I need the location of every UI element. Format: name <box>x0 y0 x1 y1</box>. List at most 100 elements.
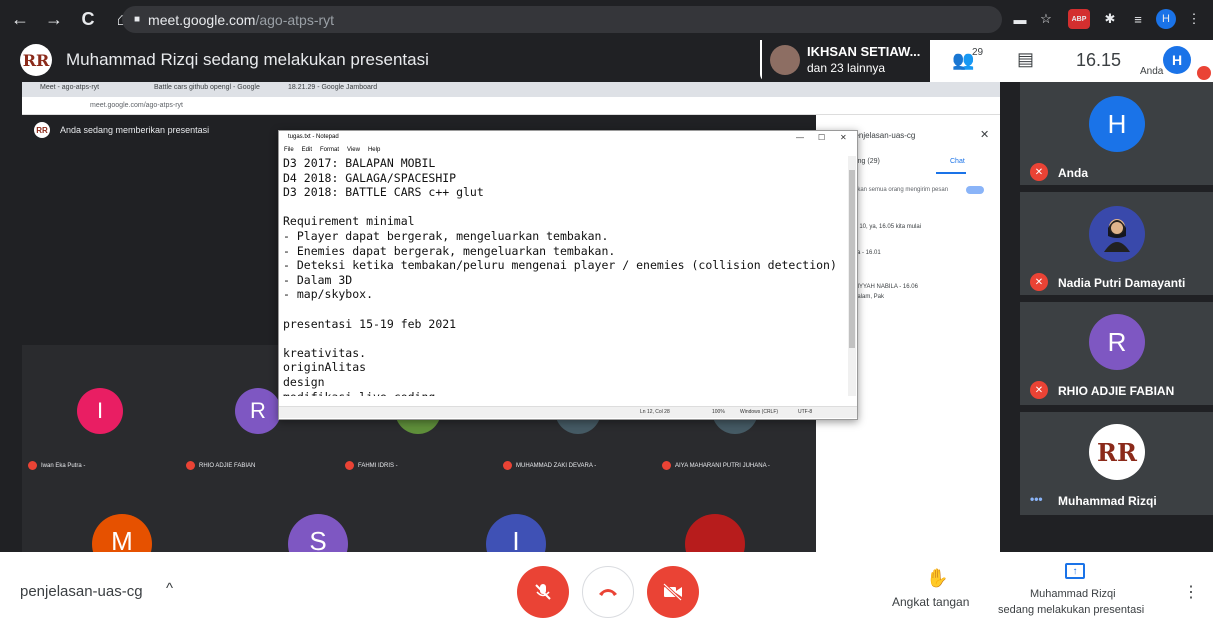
shared-url: meet.google.com/ago-atps-ryt <box>90 102 183 109</box>
notepad-line: Requirement minimal <box>283 214 415 229</box>
notepad-line: originAlitas <box>283 360 367 375</box>
self-avatar[interactable]: H <box>1163 46 1191 74</box>
mic-off-icon <box>503 461 512 470</box>
grid-name: Iwan Eka Putra - <box>28 461 85 470</box>
more-options-icon[interactable]: ⋮ <box>1183 582 1199 602</box>
notepad-line: D4 2018: GALAGA/SPACESHIP <box>283 170 457 185</box>
end-call-button[interactable] <box>582 566 634 618</box>
presenter-logo: RR <box>20 44 52 76</box>
url-host: meet.google.com <box>148 11 256 28</box>
notepad-line: kreativitas. <box>283 345 367 360</box>
menu-help: Help <box>367 147 381 153</box>
mic-off-icon: ✕ <box>1030 273 1048 291</box>
minimize-icon: — <box>796 133 804 142</box>
present-icon[interactable]: ↑ <box>1065 563 1085 579</box>
people-name: IKHSAN SETIAW... <box>807 44 921 59</box>
shared-toggle-label: Izinkan semua orang mengirim pesan <box>848 187 949 193</box>
participant-name: Nadia Putri Damayanti <box>1058 276 1186 290</box>
close-icon: ✕ <box>980 129 990 141</box>
notepad-line: - Player dapat bergerak, mengeluarkan te… <box>283 228 609 243</box>
grid-name: MUHAMMAD ZAKI DEVARA - <box>503 461 596 470</box>
maximize-icon: ☐ <box>818 133 826 142</box>
notepad-line: - Dalam 3D <box>283 272 353 287</box>
menu-edit: Edit <box>301 147 313 153</box>
close-icon: ✕ <box>840 133 847 142</box>
hand-icon[interactable]: ✋ <box>926 568 948 589</box>
chevron-up-icon[interactable]: ^ <box>166 580 173 597</box>
notepad-menu: File Edit Format View Help <box>284 147 380 153</box>
menu-format: Format <box>320 147 340 153</box>
mic-off-icon: ✕ <box>1030 381 1048 399</box>
people-others: dan 23 lainnya <box>807 61 886 75</box>
presenting-title: Muhammad Rizqi sedang melakukan presenta… <box>66 50 429 69</box>
shared-browser-tabs: Meet - ago-atps-ryt Battle cars github o… <box>22 82 1000 97</box>
participant-name: Anda <box>1058 166 1088 180</box>
star-icon[interactable]: ☆ <box>1036 9 1056 29</box>
participant-avatar: R <box>1089 314 1145 370</box>
address-bar[interactable]: ■ meet.google.com/ago-atps-ryt <box>122 6 1002 33</box>
presenter-name-label[interactable]: Muhammad Rizqi <box>1030 588 1116 600</box>
notepad-line <box>283 200 843 215</box>
notepad-line: - Deteksi ketika tembakan/peluru mengena… <box>283 258 837 273</box>
self-label: Anda <box>1140 66 1164 77</box>
grid-name: RHIO ADJIE FABIAN <box>186 461 255 470</box>
notepad-line: presentasi 15-19 feb 2021 <box>283 316 457 331</box>
participant-avatar <box>1089 206 1145 262</box>
profile-icon[interactable]: H <box>1156 9 1176 29</box>
notepad-line: modifikasi live coding. <box>283 390 843 397</box>
grid-avatar: I <box>77 388 123 434</box>
raise-hand-label[interactable]: Angkat tangan <box>892 595 969 609</box>
status-position: Ln 12, Col 28 <box>640 409 670 415</box>
speaking-dots-icon: ••• <box>1030 492 1043 506</box>
toggle-switch <box>966 186 984 194</box>
notepad-line <box>283 331 843 346</box>
grid-name: AIYA MAHARANI PUTRI JUHANA - <box>662 461 770 470</box>
notepad-scroll-thumb <box>849 170 855 348</box>
reload-icon[interactable]: C <box>74 9 102 30</box>
notepad-line: D3 2018: BATTLE CARS c++ glut <box>283 185 484 200</box>
people-avatar <box>770 45 800 75</box>
chat-icon[interactable]: ▤ <box>1017 49 1034 70</box>
participant-name: Muhammad Rizqi <box>1058 494 1157 508</box>
back-icon[interactable]: ← <box>6 9 34 30</box>
status-zoom: 100% <box>712 409 725 415</box>
meeting-code[interactable]: penjelasan-uas-cg <box>20 583 143 600</box>
camera-off-icon <box>662 583 683 601</box>
puzzle-icon[interactable]: ✱ <box>1100 9 1120 29</box>
self-muted-dot <box>1197 66 1211 80</box>
grid-avatar: R <box>235 388 281 434</box>
menu-view: View <box>347 147 360 153</box>
shared-tab: Battle cars github opengl - Google <box>154 84 260 91</box>
tab-indicator <box>936 172 966 174</box>
mic-off-icon <box>28 461 37 470</box>
mic-off-icon: ✕ <box>1030 163 1048 181</box>
lock-icon: ■ <box>134 14 141 25</box>
forward-icon[interactable]: → <box>40 9 68 30</box>
adblock-icon[interactable]: ABP <box>1068 9 1090 29</box>
shared-logo: RR <box>34 122 50 138</box>
mic-off-icon <box>186 461 195 470</box>
notepad-line: D3 2017: BALAPAN MOBIL <box>283 156 436 170</box>
end-call-icon <box>599 589 617 596</box>
menu-icon[interactable]: ⋮ <box>1184 9 1204 29</box>
grid-name: FAHMI IDRIS - <box>345 461 398 470</box>
shared-chat-title: penjelasan-uas-cg <box>850 131 916 140</box>
people-count: 29 <box>972 47 984 58</box>
reading-list-icon[interactable]: ≡ <box>1128 9 1148 29</box>
cast-icon[interactable]: ▬ <box>1010 9 1030 29</box>
mic-toggle-button[interactable] <box>517 566 569 618</box>
menu-file: File <box>284 147 294 153</box>
notepad-line: - map/skybox. <box>283 287 374 302</box>
shared-caption: Anda sedang memberikan presentasi <box>60 125 210 135</box>
participant-avatar: H <box>1089 96 1145 152</box>
mic-off-icon <box>535 584 551 600</box>
notepad-text: D3 2017: BALAPAN MOBIL D4 2018: GALAGA/SP… <box>283 156 843 396</box>
participant-name: RHIO ADJIE FABIAN <box>1058 384 1175 398</box>
camera-toggle-button[interactable] <box>647 566 699 618</box>
notepad-line: design <box>283 374 325 389</box>
presenting-status-label[interactable]: sedang melakukan presentasi <box>998 604 1144 616</box>
shared-tab: Meet - ago-atps-ryt <box>40 84 100 91</box>
notepad-line <box>283 302 843 317</box>
url-path: /ago-atps-ryt <box>255 11 335 28</box>
notepad-line: - Enemies dapat bergerak, mengeluarkan t… <box>283 243 616 258</box>
